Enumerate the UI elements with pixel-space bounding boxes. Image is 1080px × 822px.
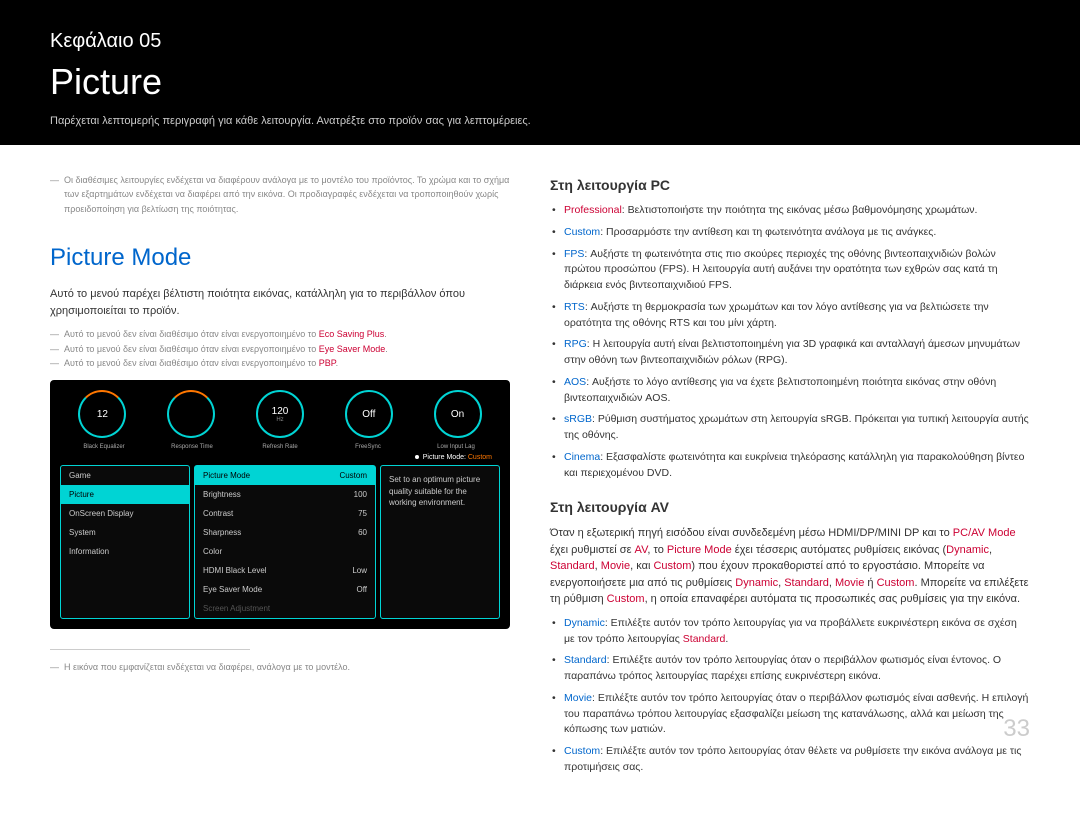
gauge: 12 [60,390,145,440]
page-number: 33 [1003,715,1030,743]
list-item: Movie: Επιλέξτε αυτόν τον τρόπο λειτουργ… [564,691,1030,738]
list-item: AOS: Αυξήστε το λόγο αντίθεσης για να έχ… [564,375,1030,407]
right-column: Στη λειτουργία PC Professional: Βελτιστο… [550,173,1030,782]
osd-mid-panel: Picture ModeCustomBrightness100Contrast7… [194,465,376,619]
osd-setting-row: HDMI Black LevelLow [195,561,375,580]
list-item: sRGB: Ρύθμιση συστήματος χρωμάτων στη λε… [564,412,1030,444]
list-item: FPS: Αυξήστε τη φωτεινότητα στις πιο σκο… [564,247,1030,294]
osd-screenshot: 12 120HzOffOn Black EqualizerResponse Tim… [50,380,510,629]
content-area: Οι διαθέσιμες λειτουργίες ενδέχεται να δ… [0,145,1080,822]
osd-setting-row: Color [195,542,375,561]
osd-setting-row: Picture ModeCustom [195,466,375,485]
page-title: Picture [50,61,1030,103]
osd-menu-item: Game [61,466,189,485]
osd-setting-row: Eye Saver ModeOff [195,580,375,599]
note-text: Οι διαθέσιμες λειτουργίες ενδέχεται να δ… [50,173,510,216]
footer-note: Η εικόνα που εμφανίζεται ενδέχεται να δι… [50,660,510,674]
list-item: RPG: Η λειτουργία αυτή είναι βελτιστοποι… [564,337,1030,369]
osd-gauge-row: 12 120HzOffOn [60,390,500,440]
osd-menu-item: Picture [61,485,189,504]
gauge-label: Low Input Lag [412,444,500,450]
list-item: Standard: Επιλέξτε αυτόν τον τρόπο λειτο… [564,653,1030,685]
osd-picture-mode-row: Picture Mode: Custom [60,450,500,465]
list-item: Dynamic: Επιλέξτε αυτόν τον τρόπο λειτου… [564,616,1030,648]
osd-gauge-labels: Black EqualizerResponse TimeRefresh Rate… [60,444,500,450]
list-item: Professional: Βελτιστοποιήστε την ποιότη… [564,203,1030,219]
page-subtitle: Παρέχεται λεπτομερής περιγραφή για κάθε … [50,115,1030,127]
gauge-label: Response Time [148,444,236,450]
pc-mode-heading: Στη λειτουργία PC [550,177,1030,193]
divider [50,649,250,650]
osd-description-panel: Set to an optimum picture quality suitab… [380,465,500,619]
intro-text: Αυτό το μενού παρέχει βέλτιστη ποιότητα … [50,286,510,319]
list-item: RTS: Αυξήστε τη θερμοκρασία των χρωμάτων… [564,300,1030,332]
left-column: Οι διαθέσιμες λειτουργίες ενδέχεται να δ… [50,173,510,782]
osd-menu-item: Information [61,542,189,561]
pc-mode-list: Professional: Βελτιστοποιήστε την ποιότη… [550,203,1030,481]
section-heading: Picture Mode [50,244,510,272]
av-intro: Όταν η εξωτερική πηγή εισόδου είναι συνδ… [550,525,1030,608]
gauge-label: Refresh Rate [236,444,324,450]
osd-setting-row: Contrast75 [195,504,375,523]
gauge-label: FreeSync [324,444,412,450]
av-mode-heading: Στη λειτουργία AV [550,499,1030,515]
osd-menu-item: OnScreen Display [61,504,189,523]
sub-notes: Αυτό το μενού δεν είναι διαθέσιμο όταν ε… [50,327,510,370]
osd-setting-row: Sharpness60 [195,523,375,542]
gauge: Off [326,390,411,440]
gauge: 120Hz [238,390,323,440]
sub-note: Αυτό το μενού δεν είναι διαθέσιμο όταν ε… [50,327,510,341]
list-item: Custom: Επιλέξτε αυτόν τον τρόπο λειτουρ… [564,744,1030,776]
osd-setting-row: Screen Adjustment [195,599,375,618]
gauge: On [415,390,500,440]
list-item: Cinema: Εξασφαλίστε φωτεινότητα και ευκρ… [564,450,1030,482]
gauge [149,390,234,440]
osd-menu-item: System [61,523,189,542]
gauge-label: Black Equalizer [60,444,148,450]
sub-note: Αυτό το μενού δεν είναι διαθέσιμο όταν ε… [50,356,510,370]
top-note: Οι διαθέσιμες λειτουργίες ενδέχεται να δ… [50,173,510,216]
chapter-label: Κεφάλαιο 05 [50,30,1030,53]
list-item: Custom: Προσαρμόστε την αντίθεση και τη … [564,225,1030,241]
osd-left-panel: GamePictureOnScreen DisplaySystemInforma… [60,465,190,619]
page-header: Κεφάλαιο 05 Picture Παρέχεται λεπτομερής… [0,0,1080,145]
osd-setting-row: Brightness100 [195,485,375,504]
sub-note: Αυτό το μενού δεν είναι διαθέσιμο όταν ε… [50,342,510,356]
av-mode-list: Dynamic: Επιλέξτε αυτόν τον τρόπο λειτου… [550,616,1030,776]
